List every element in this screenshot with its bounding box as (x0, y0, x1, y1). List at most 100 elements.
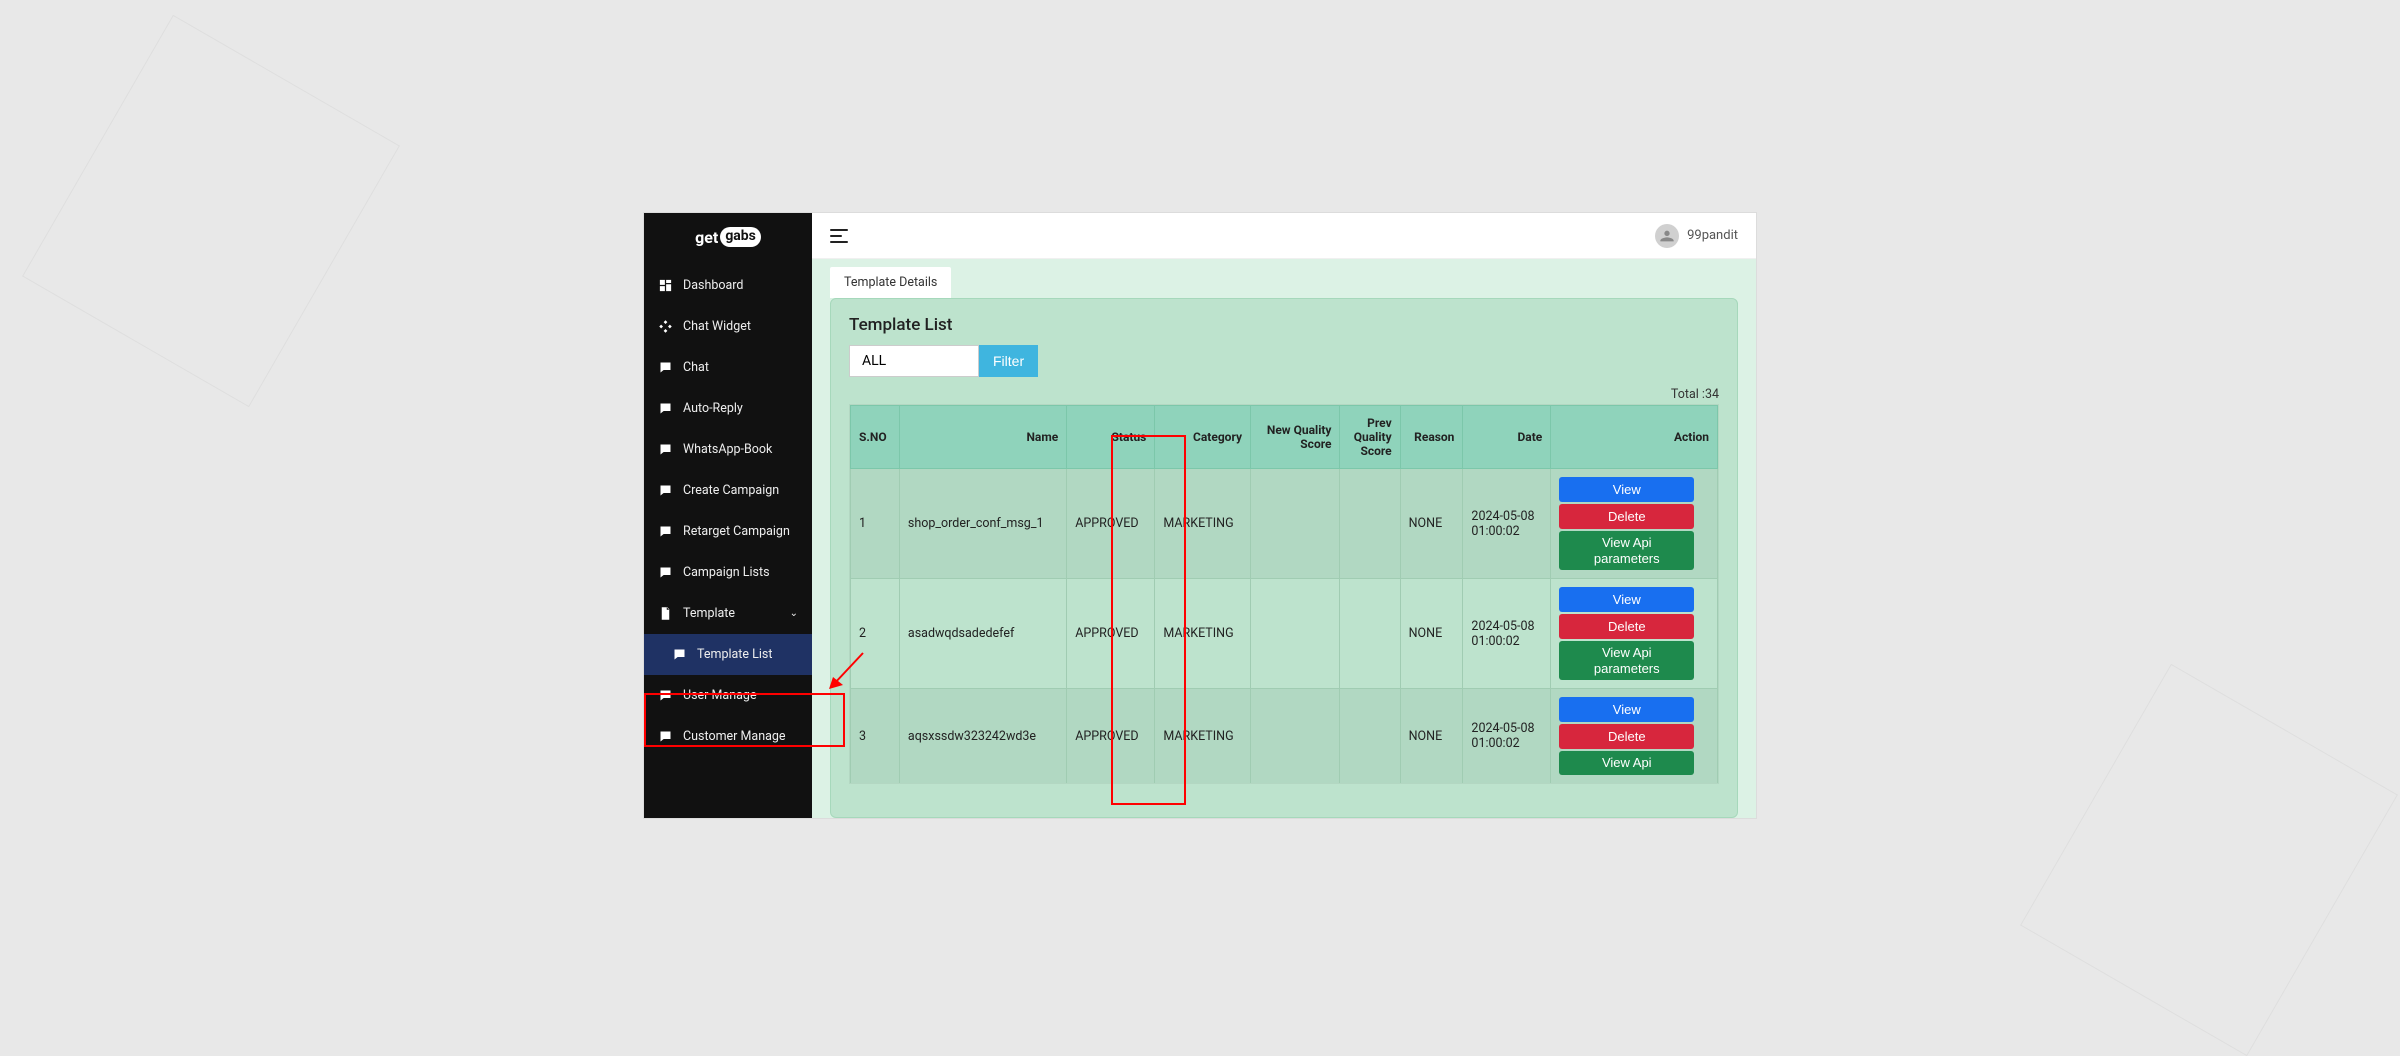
cell-sno: 3 (851, 689, 900, 784)
cell-reason: NONE (1400, 689, 1463, 784)
cell-name: aqsxssdw323242wd3e (899, 689, 1066, 784)
cell-pq (1340, 689, 1400, 784)
sidebar-item-create-campaign[interactable]: Create Campaign (644, 470, 812, 511)
user-chip[interactable]: 99pandit (1655, 224, 1738, 248)
col-s-no: S.NO (851, 406, 900, 469)
view-button[interactable]: View (1559, 477, 1694, 502)
filter-button[interactable]: Filter (979, 345, 1038, 377)
col-name: Name (899, 406, 1066, 469)
cell-sno: 1 (851, 469, 900, 579)
table-row: 1shop_order_conf_msg_1APPROVEDMARKETING N… (851, 469, 1718, 579)
view-button[interactable]: View (1559, 697, 1694, 722)
dashboard-icon (658, 278, 673, 293)
col-prev-quality-score: PrevQualityScore (1340, 406, 1400, 469)
chevron-down-icon: ⌄ (790, 608, 798, 619)
cell-nq (1251, 469, 1340, 579)
sidebar-item-label: Customer Manage (683, 729, 786, 744)
sidebar-item-chat[interactable]: Chat (644, 347, 812, 388)
sidebar-item-label: Retarget Campaign (683, 524, 790, 539)
col-action: Action (1551, 406, 1718, 469)
sidebar-item-retarget-campaign[interactable]: Retarget Campaign (644, 511, 812, 552)
table-row: 2asadwqdsadedefefAPPROVEDMARKETINGNONE20… (851, 579, 1718, 689)
chat-icon (658, 360, 673, 375)
main-area: 99pandit Template Details Template List … (812, 213, 1756, 818)
filter-row: ALL Filter (849, 345, 1719, 377)
sidebar-item-customer-manage[interactable]: Customer Manage (644, 716, 812, 757)
col-date: Date (1463, 406, 1551, 469)
sidebar: get gabs Dashboard Chat Widget Chat Auto-Re… (644, 213, 812, 818)
cell-pq (1340, 469, 1400, 579)
chat-icon (658, 729, 673, 744)
template-table: S.NONameStatusCategoryNew QualityScorePr… (850, 405, 1718, 784)
sidebar-item-dashboard[interactable]: Dashboard (644, 265, 812, 306)
user-name: 99pandit (1687, 228, 1738, 243)
cell-name: shop_order_conf_msg_1 (899, 469, 1066, 579)
sidebar-item-chat-widget[interactable]: Chat Widget (644, 306, 812, 347)
brand-prefix: get (695, 228, 718, 247)
chat-icon (672, 647, 687, 662)
col-category: Category (1155, 406, 1251, 469)
view-api-button[interactable]: View Api (1559, 751, 1694, 775)
cell-status: APPROVED (1067, 469, 1155, 579)
widget-icon (658, 319, 673, 334)
sidebar-item-label: Dashboard (683, 278, 743, 293)
cell-category: MARKETING (1155, 579, 1251, 689)
chat-icon (658, 442, 673, 457)
delete-button[interactable]: Delete (1559, 614, 1694, 639)
cell-name: asadwqdsadedefef (899, 579, 1066, 689)
view-api-button[interactable]: View Apiparameters (1559, 531, 1694, 570)
sidebar-item-label: Auto-Reply (683, 401, 743, 416)
sidebar-item-campaign-lists[interactable]: Campaign Lists (644, 552, 812, 593)
col-reason: Reason (1400, 406, 1463, 469)
page-icon (658, 606, 673, 621)
table-body: 1shop_order_conf_msg_1APPROVEDMARKETINGN… (851, 469, 1718, 784)
avatar-icon (1655, 224, 1679, 248)
nav-list: Dashboard Chat Widget Chat Auto-Reply WhatsA… (644, 261, 812, 757)
sidebar-item-label: Template (683, 606, 735, 621)
chat-icon (658, 483, 673, 498)
sidebar-item-label: Template List (697, 647, 772, 662)
template-panel: Template List ALL Filter Total :34 S.NON… (830, 298, 1738, 818)
panel-title: Template List (849, 315, 1719, 335)
chat-icon (658, 524, 673, 539)
menu-toggle-icon[interactable] (830, 229, 848, 243)
cell-pq (1340, 579, 1400, 689)
cell-reason: NONE (1400, 469, 1463, 579)
view-button[interactable]: View (1559, 587, 1694, 612)
sidebar-item-template-list[interactable]: Template List (644, 634, 812, 675)
sidebar-item-label: WhatsApp-Book (683, 442, 772, 457)
col-status: Status (1067, 406, 1155, 469)
filter-select[interactable]: ALL (849, 345, 979, 377)
brand-logo: get gabs (644, 213, 812, 261)
sidebar-item-label: Campaign Lists (683, 565, 770, 580)
cell-category: MARKETING (1155, 689, 1251, 784)
sidebar-item-label: Chat (683, 360, 709, 375)
cell-date: 2024-05-0801:00:02 (1463, 689, 1551, 784)
tabstrip: Template Details (812, 259, 1756, 298)
view-api-button[interactable]: View Apiparameters (1559, 641, 1694, 680)
tab-template-details[interactable]: Template Details (830, 267, 951, 298)
cell-date: 2024-05-0801:00:02 (1463, 579, 1551, 689)
sidebar-item-label: User Manage (683, 688, 757, 703)
chat-icon (658, 565, 673, 580)
cell-category: MARKETING (1155, 469, 1251, 579)
cell-date: 2024-05-0801:00:02 (1463, 469, 1551, 579)
sidebar-item-template[interactable]: Template ⌄ (644, 593, 812, 634)
cell-status: APPROVED (1067, 689, 1155, 784)
cell-actions: ViewDeleteView Apiparameters (1551, 469, 1718, 579)
cell-nq (1251, 689, 1340, 784)
table-scroll[interactable]: S.NONameStatusCategoryNew QualityScorePr… (849, 404, 1719, 784)
total-count: Total :34 (849, 387, 1719, 402)
col-new-quality-score: New QualityScore (1251, 406, 1340, 469)
sidebar-item-label: Create Campaign (683, 483, 779, 498)
sidebar-item-whatsapp-book[interactable]: WhatsApp-Book (644, 429, 812, 470)
brand-suffix: gabs (720, 227, 761, 247)
cell-actions: ViewDeleteView Apiparameters (1551, 579, 1718, 689)
sidebar-item-auto-reply[interactable]: Auto-Reply (644, 388, 812, 429)
table-header-row: S.NONameStatusCategoryNew QualityScorePr… (851, 406, 1718, 469)
topbar: 99pandit (812, 213, 1756, 259)
sidebar-item-user-manage[interactable]: User Manage (644, 675, 812, 716)
delete-button[interactable]: Delete (1559, 504, 1694, 529)
chat-icon (658, 688, 673, 703)
delete-button[interactable]: Delete (1559, 724, 1694, 749)
